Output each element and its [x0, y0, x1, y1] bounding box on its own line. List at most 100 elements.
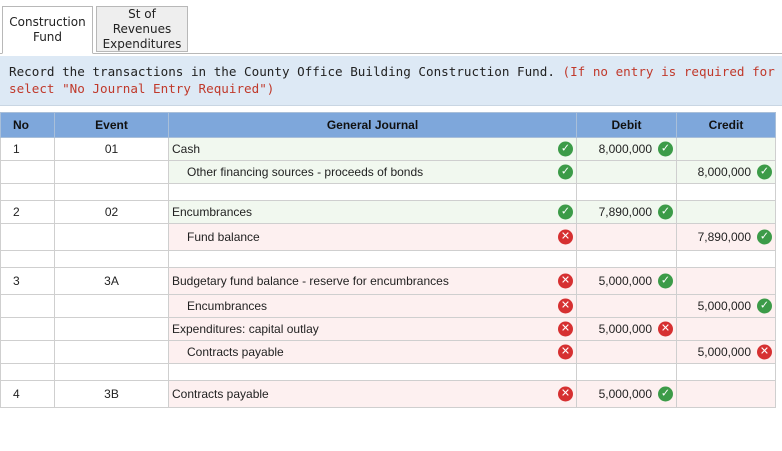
entry-number: 4	[0, 380, 55, 408]
entry-number: 2	[0, 200, 55, 224]
tab-label: Revenues	[112, 21, 172, 36]
debit-input[interactable]	[576, 223, 677, 251]
event-code: 3B	[54, 380, 169, 408]
account-select[interactable]: Budgetary fund balance - reserve for enc…	[168, 267, 577, 295]
debit-amount: 7,890,000	[598, 205, 652, 219]
spacer-row	[0, 250, 776, 268]
empty-cell	[0, 183, 55, 201]
account-name: Contracts payable	[172, 387, 269, 401]
debit-input[interactable]	[576, 160, 677, 184]
journal-row: 2 02 Encumbrances ✓ 7,890,000 ✓	[0, 200, 776, 224]
col-header-credit: Credit	[676, 112, 776, 138]
debit-input[interactable]: 5,000,000 ✓	[576, 267, 677, 295]
tab-bar: Construction Fund St of Revenues Expendit…	[0, 0, 782, 54]
account-select[interactable]: Other financing sources - proceeds of bo…	[168, 160, 577, 184]
event-code: 01	[54, 137, 169, 161]
account-select[interactable]: Contracts payable ✕	[168, 380, 577, 408]
account-select[interactable]: Cash ✓	[168, 137, 577, 161]
x-circle-icon: ✕	[558, 298, 573, 314]
tab-st-of-revenues-expenditures[interactable]: St of Revenues Expenditures	[96, 6, 188, 52]
col-header-no: No	[0, 112, 55, 138]
instruction-banner: Record the transactions in the County Of…	[0, 56, 782, 106]
debit-amount: 8,000,000	[598, 142, 652, 156]
entry-number: 3	[0, 267, 55, 295]
empty-cell	[0, 363, 55, 381]
credit-input[interactable]	[676, 137, 776, 161]
check-circle-icon: ✓	[658, 273, 673, 289]
debit-input[interactable]	[576, 294, 677, 318]
entry-number	[0, 160, 55, 184]
instruction-note: (If no entry is required for a transacti…	[562, 64, 782, 79]
debit-amount: 5,000,000	[598, 274, 652, 288]
debit-input[interactable]: 7,890,000 ✓	[576, 200, 677, 224]
x-circle-icon: ✕	[558, 273, 573, 289]
empty-cell	[168, 363, 577, 381]
account-select[interactable]: Encumbrances ✓	[168, 200, 577, 224]
col-header-event: Event	[54, 112, 169, 138]
debit-input[interactable]: 5,000,000 ✕	[576, 317, 677, 341]
credit-input[interactable]	[676, 200, 776, 224]
x-circle-icon: ✕	[558, 344, 573, 360]
check-circle-icon: ✓	[558, 141, 573, 157]
debit-input[interactable]: 5,000,000 ✓	[576, 380, 677, 408]
col-header-debit: Debit	[576, 112, 677, 138]
tab-label: St of	[128, 6, 156, 21]
entry-number	[0, 294, 55, 318]
check-circle-icon: ✓	[558, 204, 573, 220]
journal-table: No Event General Journal Debit Credit 10…	[0, 112, 776, 408]
check-circle-icon: ✓	[757, 298, 772, 314]
event-code	[54, 223, 169, 251]
account-select[interactable]: Encumbrances ✕	[168, 294, 577, 318]
empty-cell	[676, 183, 776, 201]
tab-label: Construction Fund	[9, 15, 86, 44]
account-select[interactable]: Fund balance ✕	[168, 223, 577, 251]
event-code	[54, 340, 169, 364]
account-name: Budgetary fund balance - reserve for enc…	[172, 274, 449, 288]
check-circle-icon: ✓	[757, 164, 772, 180]
x-circle-icon: ✕	[558, 386, 573, 402]
spacer-row	[0, 363, 776, 381]
empty-cell	[168, 183, 577, 201]
check-circle-icon: ✓	[658, 386, 673, 402]
empty-cell	[576, 363, 677, 381]
credit-input[interactable]: 8,000,000 ✓	[676, 160, 776, 184]
event-code	[54, 317, 169, 341]
entry-number	[0, 340, 55, 364]
credit-amount: 8,000,000	[697, 165, 751, 179]
credit-input[interactable]	[676, 317, 776, 341]
empty-cell	[576, 183, 677, 201]
journal-body: 1 01 Cash ✓ 8,000,000 ✓ Other financing source…	[0, 137, 776, 408]
event-code: 3A	[54, 267, 169, 295]
journal-row: 1 01 Cash ✓ 8,000,000 ✓	[0, 137, 776, 161]
journal-row: Expenditures: capital outlay ✕ 5,000,000 ✕	[0, 317, 776, 341]
entry-number	[0, 317, 55, 341]
debit-input[interactable]: 8,000,000 ✓	[576, 137, 677, 161]
empty-cell	[168, 250, 577, 268]
debit-amount: 5,000,000	[598, 322, 652, 336]
empty-cell	[54, 250, 169, 268]
account-name: Cash	[172, 142, 201, 156]
empty-cell	[676, 250, 776, 268]
credit-amount: 5,000,000	[697, 299, 751, 313]
account-select[interactable]: Expenditures: capital outlay ✕	[168, 317, 577, 341]
account-name: Encumbrances	[172, 205, 253, 219]
credit-input[interactable]: 7,890,000 ✓	[676, 223, 776, 251]
empty-cell	[54, 363, 169, 381]
journal-row: Encumbrances ✕ 5,000,000 ✓	[0, 294, 776, 318]
credit-input[interactable]	[676, 267, 776, 295]
credit-input[interactable]: 5,000,000 ✓	[676, 294, 776, 318]
credit-input[interactable]: 5,000,000 ✕	[676, 340, 776, 364]
empty-cell	[576, 250, 677, 268]
debit-input[interactable]	[576, 340, 677, 364]
journal-row: Fund balance ✕ 7,890,000 ✓	[0, 223, 776, 251]
credit-amount: 7,890,000	[697, 230, 751, 244]
journal-row: Contracts payable ✕ 5,000,000 ✕	[0, 340, 776, 364]
entry-number: 1	[0, 137, 55, 161]
credit-input[interactable]	[676, 380, 776, 408]
event-code	[54, 294, 169, 318]
account-select[interactable]: Contracts payable ✕	[168, 340, 577, 364]
tab-construction-fund[interactable]: Construction Fund	[2, 6, 93, 54]
x-circle-icon: ✕	[757, 344, 772, 360]
check-circle-icon: ✓	[558, 164, 573, 180]
journal-row: Other financing sources - proceeds of bo…	[0, 160, 776, 184]
